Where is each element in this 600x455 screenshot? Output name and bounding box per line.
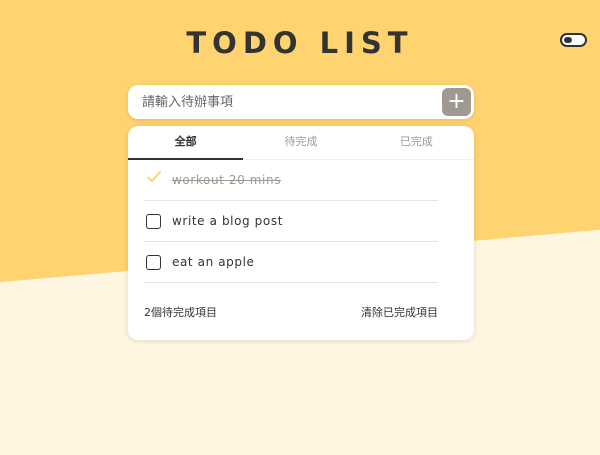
add-todo-button[interactable]: + xyxy=(442,88,471,116)
plus-icon: + xyxy=(447,89,466,114)
todo-footer: 2個待完成項目 清除已完成項目 xyxy=(144,298,438,328)
todo-text: write a blog post xyxy=(172,214,283,228)
pending-count: 2個待完成項目 xyxy=(144,306,217,319)
todo-card: 全部 待完成 已完成 workout 20 mins write a blog … xyxy=(128,126,474,340)
todo-list: workout 20 mins write a blog post eat an… xyxy=(144,160,438,283)
theme-toggle[interactable] xyxy=(560,33,587,47)
todo-item[interactable]: workout 20 mins xyxy=(144,160,438,201)
todo-text: eat an apple xyxy=(172,255,255,269)
new-todo-input[interactable] xyxy=(128,85,438,119)
todo-item[interactable]: eat an apple xyxy=(144,242,438,283)
tab-completed[interactable]: 已完成 xyxy=(359,126,474,159)
todo-text: workout 20 mins xyxy=(172,173,282,187)
page-title: TODO LIST xyxy=(186,26,414,60)
checkmark-icon[interactable] xyxy=(146,169,162,185)
new-todo-form: + xyxy=(128,85,474,119)
todo-item[interactable]: write a blog post xyxy=(144,201,438,242)
toggle-switch-icon xyxy=(564,37,572,43)
filter-tabs: 全部 待完成 已完成 xyxy=(128,126,474,160)
checkbox[interactable] xyxy=(146,214,161,229)
clear-completed-button[interactable]: 清除已完成項目 xyxy=(361,298,438,328)
checkbox[interactable] xyxy=(146,255,161,270)
tab-all[interactable]: 全部 xyxy=(128,126,244,160)
tab-pending[interactable]: 待完成 xyxy=(243,126,358,159)
